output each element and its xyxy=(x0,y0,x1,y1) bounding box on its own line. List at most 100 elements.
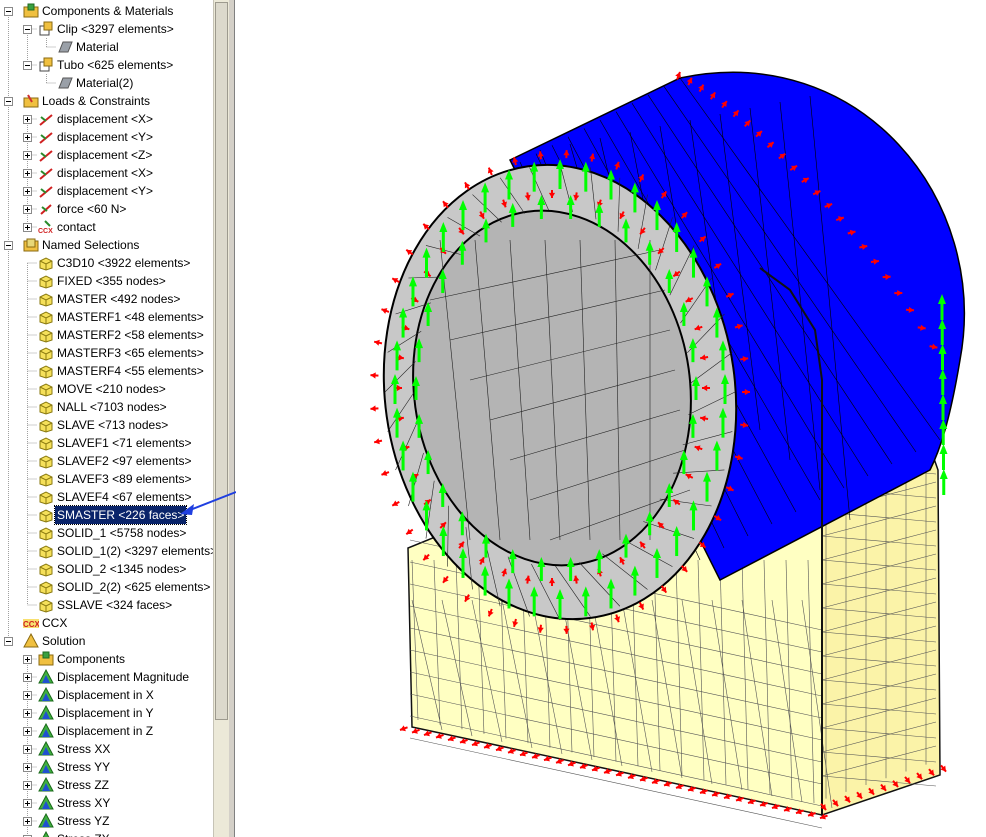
tree-node-label[interactable]: displacement <Y> xyxy=(55,128,155,146)
expand-plus-icon[interactable] xyxy=(23,763,32,772)
tree-node[interactable]: displacement <X> xyxy=(0,164,213,182)
tree-node[interactable]: Stress XX xyxy=(0,740,213,758)
tree-node-label[interactable]: Displacement in Z xyxy=(55,722,155,740)
tree-node-label[interactable]: displacement <Y> xyxy=(55,182,155,200)
tree-node-label[interactable]: MASTERF3 <65 elements> xyxy=(55,344,206,362)
tree-node[interactable]: Components xyxy=(0,650,213,668)
tree-node-label[interactable]: Components & Materials xyxy=(40,2,175,20)
tree-node[interactable]: displacement <Y> xyxy=(0,128,213,146)
tree-node-label[interactable]: MOVE <210 nodes> xyxy=(55,380,168,398)
scrollbar-thumb[interactable] xyxy=(215,2,228,720)
tree-node[interactable]: Named Selections xyxy=(0,236,213,254)
tree-node[interactable]: Displacement Magnitude xyxy=(0,668,213,686)
tree-node-label[interactable]: MASTERF2 <58 elements> xyxy=(55,326,206,344)
collapse-minus-icon[interactable] xyxy=(4,241,13,250)
tree-node[interactable]: Material xyxy=(0,38,213,56)
tree-node-label[interactable]: Named Selections xyxy=(40,236,141,254)
tree-node[interactable]: Displacement in X xyxy=(0,686,213,704)
tree-node-label[interactable]: Stress YZ xyxy=(55,812,111,830)
tree-node[interactable]: MASTERF1 <48 elements> xyxy=(0,308,213,326)
tree-node-label[interactable]: SLAVE <713 nodes> xyxy=(55,416,170,434)
tree-node-label[interactable]: SMASTER <226 faces> xyxy=(53,505,188,525)
tree-node-label[interactable]: C3D10 <3922 elements> xyxy=(55,254,192,272)
tree-node[interactable]: Stress YZ xyxy=(0,812,213,830)
expand-plus-icon[interactable] xyxy=(23,673,32,682)
expand-plus-icon[interactable] xyxy=(23,151,32,160)
expand-plus-icon[interactable] xyxy=(23,187,32,196)
tree-node-label[interactable]: SOLID_2 <1345 nodes> xyxy=(55,560,188,578)
tree-node[interactable]: Solution xyxy=(0,632,213,650)
tree-node-label[interactable]: SOLID_1(2) <3297 elements> xyxy=(55,542,213,560)
tree-node-label[interactable]: Components xyxy=(55,650,127,668)
tree-node[interactable]: MOVE <210 nodes> xyxy=(0,380,213,398)
tree-node-label[interactable]: displacement <Z> xyxy=(55,146,154,164)
tree-node[interactable]: SOLID_1 <5758 nodes> xyxy=(0,524,213,542)
tree-node[interactable]: MASTERF2 <58 elements> xyxy=(0,326,213,344)
tree-node-label[interactable]: SSLAVE <324 faces> xyxy=(55,596,174,614)
expand-plus-icon[interactable] xyxy=(23,205,32,214)
collapse-minus-icon[interactable] xyxy=(23,25,32,34)
tree-node[interactable]: displacement <Z> xyxy=(0,146,213,164)
tree-node-label[interactable]: force <60 N> xyxy=(55,200,128,218)
tree-node-label[interactable]: SLAVEF3 <89 elements> xyxy=(55,470,194,488)
tree-node[interactable]: Displacement in Z xyxy=(0,722,213,740)
tree-node[interactable]: SLAVE <713 nodes> xyxy=(0,416,213,434)
expand-plus-icon[interactable] xyxy=(23,745,32,754)
tree-scrollbar[interactable] xyxy=(213,0,229,837)
3d-viewport[interactable] xyxy=(236,0,986,837)
tree-node-label[interactable]: Material xyxy=(74,38,121,56)
expand-plus-icon[interactable] xyxy=(23,169,32,178)
tree-node[interactable]: CCX contact xyxy=(0,218,213,236)
collapse-minus-icon[interactable] xyxy=(4,7,13,16)
tree-node-label[interactable]: contact xyxy=(55,218,98,236)
tree-node[interactable]: Loads & Constraints xyxy=(0,92,213,110)
tree-node-label[interactable]: Displacement Magnitude xyxy=(55,668,191,686)
expand-plus-icon[interactable] xyxy=(23,691,32,700)
tree-node[interactable]: Clip <3297 elements> xyxy=(0,20,213,38)
tree-node[interactable]: MASTERF3 <65 elements> xyxy=(0,344,213,362)
tree-node[interactable]: Components & Materials xyxy=(0,2,213,20)
tree-node[interactable]: MASTERF4 <55 elements> xyxy=(0,362,213,380)
tree-node[interactable]: Tubo <625 elements> xyxy=(0,56,213,74)
tree-node-label[interactable]: Stress YY xyxy=(55,758,112,776)
panel-splitter[interactable] xyxy=(229,0,235,837)
tree-node[interactable]: Displacement in Y xyxy=(0,704,213,722)
tree-node[interactable]: Stress XY xyxy=(0,794,213,812)
tree-node[interactable]: SOLID_2 <1345 nodes> xyxy=(0,560,213,578)
tree-node[interactable]: displacement <Y> xyxy=(0,182,213,200)
tree-node-label[interactable]: FIXED <355 nodes> xyxy=(55,272,168,290)
tree-node-label[interactable]: Stress ZZ xyxy=(55,776,111,794)
expand-plus-icon[interactable] xyxy=(23,727,32,736)
tree-node-label[interactable]: Clip <3297 elements> xyxy=(55,20,176,38)
tree-node[interactable]: Stress ZX xyxy=(0,830,213,837)
tree-node[interactable]: SSLAVE <324 faces> xyxy=(0,596,213,614)
tree-node-label[interactable]: CCX xyxy=(40,614,69,632)
tree-node-label[interactable]: Stress XY xyxy=(55,794,112,812)
expand-plus-icon[interactable] xyxy=(23,133,32,142)
tree-node-label[interactable]: Stress XX xyxy=(55,740,112,758)
tree-node[interactable]: FIXED <355 nodes> xyxy=(0,272,213,290)
tree-node[interactable]: Stress YY xyxy=(0,758,213,776)
collapse-minus-icon[interactable] xyxy=(4,637,13,646)
tree-node-label[interactable]: Solution xyxy=(40,632,87,650)
tree-node-label[interactable]: Displacement in X xyxy=(55,686,156,704)
tree-node-label[interactable]: NALL <7103 nodes> xyxy=(55,398,169,416)
tree-node-label[interactable]: SLAVEF2 <97 elements> xyxy=(55,452,194,470)
expand-plus-icon[interactable] xyxy=(23,799,32,808)
tree-node-label[interactable]: displacement <X> xyxy=(55,164,155,182)
tree-node[interactable]: MASTER <492 nodes> xyxy=(0,290,213,308)
tree-node-label[interactable]: displacement <X> xyxy=(55,110,155,128)
tree-node[interactable]: displacement <X> xyxy=(0,110,213,128)
tree-node-label[interactable]: MASTERF4 <55 elements> xyxy=(55,362,206,380)
tree-node-label[interactable]: SLAVEF1 <71 elements> xyxy=(55,434,194,452)
expand-plus-icon[interactable] xyxy=(23,655,32,664)
tree-node-label[interactable]: Displacement in Y xyxy=(55,704,156,722)
collapse-minus-icon[interactable] xyxy=(4,97,13,106)
tree-node[interactable]: SLAVEF2 <97 elements> xyxy=(0,452,213,470)
tree-node-label[interactable]: Stress ZX xyxy=(55,830,112,837)
tree-node-label[interactable]: Material(2) xyxy=(74,74,135,92)
tree-node-label[interactable]: Loads & Constraints xyxy=(40,92,152,110)
tree-node-label[interactable]: MASTERF1 <48 elements> xyxy=(55,308,206,326)
expand-plus-icon[interactable] xyxy=(23,781,32,790)
tree-node[interactable]: C3D10 <3922 elements> xyxy=(0,254,213,272)
